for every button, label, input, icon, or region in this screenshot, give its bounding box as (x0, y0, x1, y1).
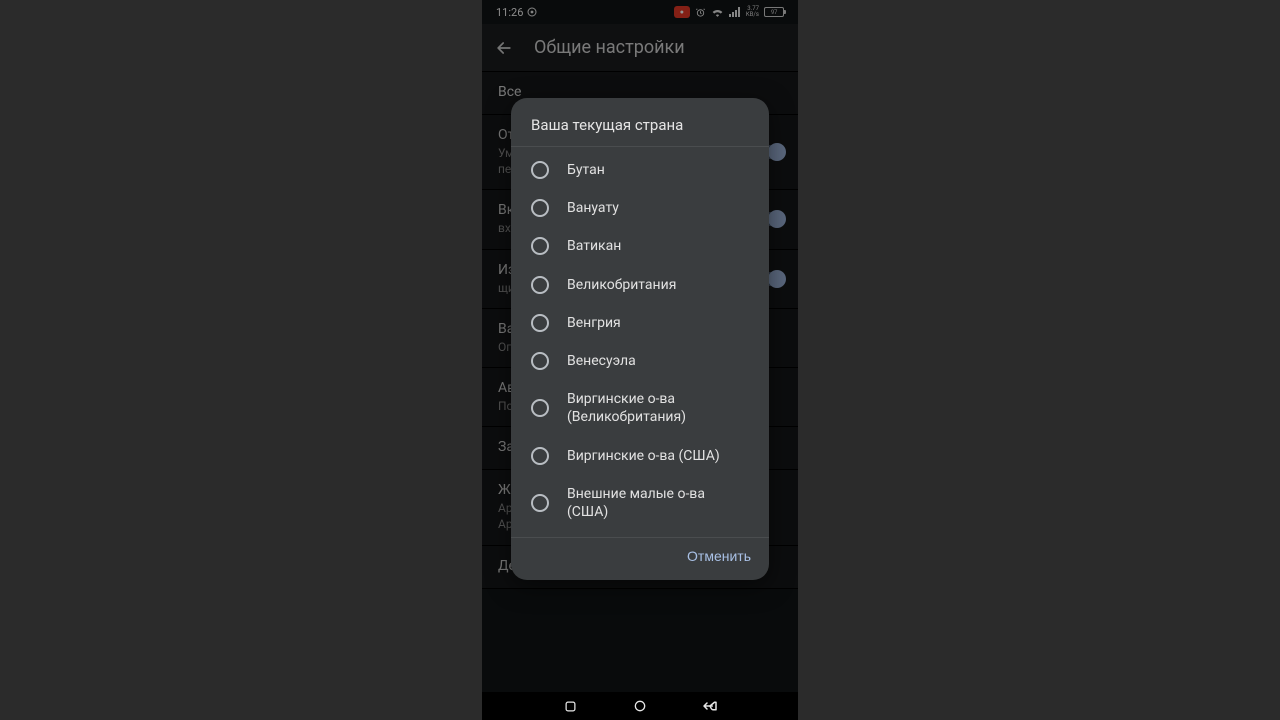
country-option-label: Внешние малые о-ва (США) (567, 485, 749, 521)
nav-recent-button[interactable] (561, 697, 579, 715)
phone-frame: 11:26 ● 3.77 KB/s 97 Общие настройки (482, 0, 798, 720)
radio-icon (531, 237, 549, 255)
radio-icon (531, 494, 549, 512)
country-option-label: Виргинские о-ва (США) (567, 447, 749, 465)
radio-icon (531, 352, 549, 370)
country-option[interactable]: Великобритания (511, 266, 769, 304)
country-option[interactable]: Бутан (511, 151, 769, 189)
radio-icon (531, 199, 549, 217)
nav-back-button[interactable] (701, 697, 719, 715)
country-option[interactable]: Виргинские о-ва (Великобритания) (511, 380, 769, 436)
country-option[interactable]: Ватикан (511, 227, 769, 265)
country-option-label: Бутан (567, 161, 749, 179)
dialog-title: Ваша текущая страна (511, 98, 769, 147)
country-option[interactable]: Внешние малые о-ва (США) (511, 475, 769, 531)
country-option-label: Венгрия (567, 314, 749, 332)
radio-icon (531, 276, 549, 294)
country-option[interactable]: Венесуэла (511, 342, 769, 380)
radio-icon (531, 161, 549, 179)
country-option-label: Великобритания (567, 276, 749, 294)
country-dialog: Ваша текущая страна Бутан Вануату Ватикан В… (511, 98, 769, 580)
country-option-label: Венесуэла (567, 352, 749, 370)
country-option-label: Виргинские о-ва (Великобритания) (567, 390, 749, 426)
country-option-label: Ватикан (567, 237, 749, 255)
cancel-button[interactable]: Отменить (687, 548, 751, 564)
country-option-label: Вануату (567, 199, 749, 217)
dialog-actions: Отменить (511, 537, 769, 580)
radio-icon (531, 314, 549, 332)
nav-home-button[interactable] (631, 697, 649, 715)
radio-icon (531, 399, 549, 417)
radio-icon (531, 447, 549, 465)
country-option[interactable]: Виргинские о-ва (США) (511, 437, 769, 475)
system-nav-bar (482, 692, 798, 720)
dialog-option-list[interactable]: Бутан Вануату Ватикан Великобритания Венгрия… (511, 147, 769, 537)
country-option[interactable]: Вануату (511, 189, 769, 227)
country-option[interactable]: Венгрия (511, 304, 769, 342)
